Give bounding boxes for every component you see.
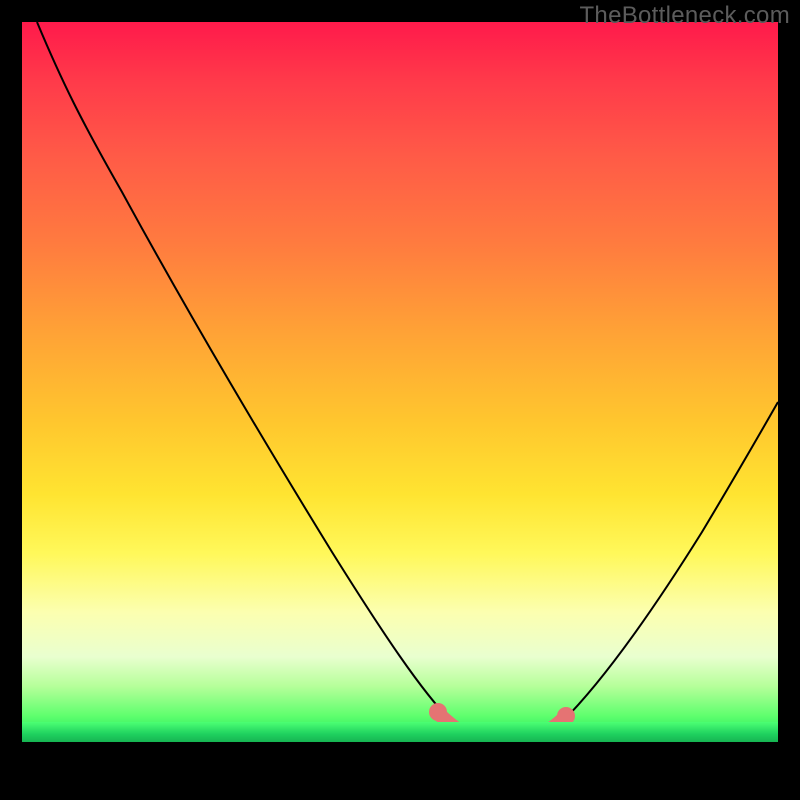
axis-base xyxy=(22,742,778,760)
watermark-text: TheBottleneck.com xyxy=(579,2,790,30)
bottleneck-curve xyxy=(37,22,778,742)
highlight-start-dot xyxy=(429,703,447,721)
plot-area xyxy=(22,22,778,760)
bottleneck-curve-svg xyxy=(22,22,778,760)
green-baseline-strip xyxy=(22,722,778,742)
chart-frame xyxy=(22,22,778,778)
